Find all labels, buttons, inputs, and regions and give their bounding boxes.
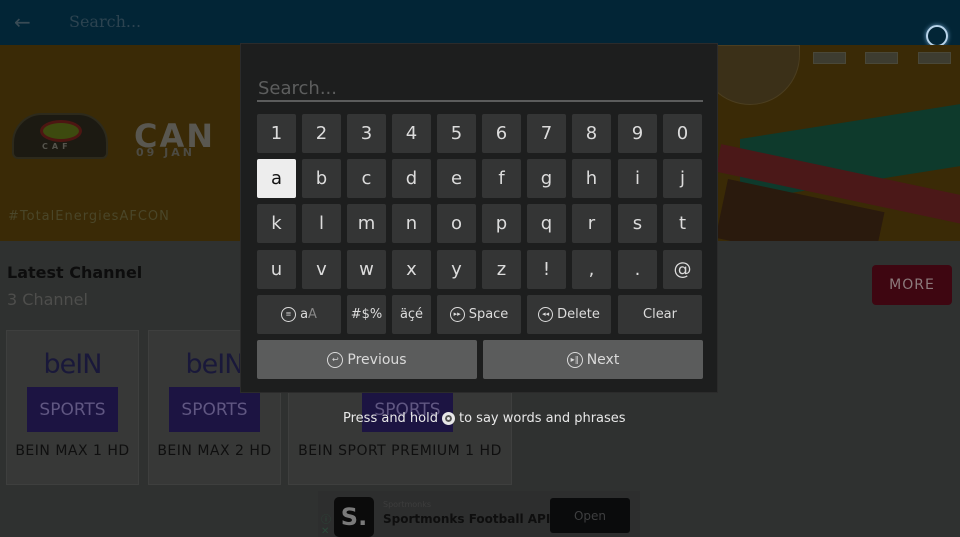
key-0[interactable]: 0 [663, 114, 702, 153]
key-7[interactable]: 7 [527, 114, 566, 153]
sponsor-badge-icon [813, 52, 846, 64]
key-t[interactable]: t [663, 204, 702, 243]
africa-globe-icon [40, 120, 82, 142]
key-m[interactable]: m [347, 204, 386, 243]
key-b[interactable]: b [302, 159, 341, 198]
accents-key[interactable]: äçé [392, 295, 431, 334]
voice-hint: Press and hold to say words and phrases [343, 411, 626, 426]
key-r[interactable]: r [572, 204, 611, 243]
more-button[interactable]: MORE [872, 265, 952, 305]
key-x[interactable]: x [392, 250, 431, 289]
previous-label: Previous [347, 351, 407, 368]
key-symbol[interactable]: , [572, 250, 611, 289]
key-9[interactable]: 9 [618, 114, 657, 153]
previous-button[interactable]: ↩ Previous [257, 340, 477, 379]
play-pause-icon: ▸‖ [566, 351, 583, 368]
ad-title: Sportmonks Football API [383, 512, 551, 526]
key-c[interactable]: c [347, 159, 386, 198]
key-symbol[interactable]: ! [527, 250, 566, 289]
info-icon[interactable]: ⓘ ✕ [321, 511, 331, 537]
key-w[interactable]: w [347, 250, 386, 289]
key-j[interactable]: j [663, 159, 702, 198]
search-input[interactable] [257, 76, 703, 102]
back-icon: ↩ [327, 351, 344, 368]
rewind-icon: ◂◂ [538, 307, 554, 322]
key-n[interactable]: n [392, 204, 431, 243]
key-o[interactable]: o [437, 204, 476, 243]
clear-key[interactable]: Clear [618, 295, 702, 334]
delete-key[interactable]: ◂◂ Delete [527, 295, 611, 334]
banner-date: 09 JAN [136, 146, 195, 159]
channel-name: BEIN MAX 2 HD [157, 443, 272, 459]
caf-logo: CAF [12, 113, 108, 159]
key-1[interactable]: 1 [257, 114, 296, 153]
menu-icon: ≡ [281, 307, 297, 322]
key-p[interactable]: p [482, 204, 521, 243]
key-5[interactable]: 5 [437, 114, 476, 153]
channel-logo-bottom: SPORTS [169, 387, 260, 432]
symbols-key[interactable]: #$% [347, 295, 386, 334]
voice-hint-before: Press and hold [343, 411, 438, 426]
key-s[interactable]: s [618, 204, 657, 243]
channel-card[interactable]: beIN SPORTS BEIN MAX 1 HD [6, 330, 139, 485]
section-count: 3 Channel [7, 290, 88, 309]
banner-hashtag: #TotalEnergiesAFCON [8, 209, 170, 224]
ad-app-logo: S. [334, 497, 374, 537]
case-toggle-key[interactable]: ≡ aA [257, 295, 341, 334]
key-h[interactable]: h [572, 159, 611, 198]
key-symbol[interactable]: @ [663, 250, 702, 289]
case-upper-label: A [308, 307, 317, 322]
key-i[interactable]: i [618, 159, 657, 198]
space-label: Space [468, 307, 509, 322]
top-search-field[interactable]: Search... [69, 12, 141, 31]
key-v[interactable]: v [302, 250, 341, 289]
key-a[interactable]: a [257, 159, 296, 198]
keyboard-dialog: 1234567890abcdefghijklmnopqrstuvwxyz!,.@… [240, 43, 718, 393]
key-4[interactable]: 4 [392, 114, 431, 153]
key-y[interactable]: y [437, 250, 476, 289]
ad-banner[interactable]: ⓘ ✕ S. Sportmonks Sportmonks Football API… [318, 491, 640, 537]
ad-open-button[interactable]: Open [550, 498, 630, 533]
sponsor-badge-icon [865, 52, 898, 64]
key-2[interactable]: 2 [302, 114, 341, 153]
space-key[interactable]: ▸▸ Space [437, 295, 521, 334]
sponsor-badge-icon [918, 52, 951, 64]
channel-logo-bottom: SPORTS [27, 387, 118, 432]
microphone-button-icon [442, 412, 455, 425]
next-button[interactable]: ▸‖ Next [483, 340, 703, 379]
ad-brand: Sportmonks [383, 500, 432, 509]
caf-logo-text: CAF [42, 142, 72, 151]
key-3[interactable]: 3 [347, 114, 386, 153]
case-lower-label: a [300, 307, 309, 322]
screen: ← Search... CAF CAN 09 JAN #TotalEnergie… [0, 0, 960, 537]
voice-hint-after: to say words and phrases [459, 411, 626, 426]
key-e[interactable]: e [437, 159, 476, 198]
top-bar: ← Search... [0, 0, 960, 45]
channel-logo-top: beIN [43, 349, 103, 380]
key-f[interactable]: f [482, 159, 521, 198]
channel-name: BEIN SPORT PREMIUM 1 HD [298, 443, 502, 459]
key-l[interactable]: l [302, 204, 341, 243]
arrow-left-icon[interactable]: ← [14, 11, 36, 33]
delete-label: Delete [557, 307, 600, 322]
key-d[interactable]: d [392, 159, 431, 198]
channel-name: BEIN MAX 1 HD [15, 443, 130, 459]
voice-assistant-ring-icon [926, 25, 948, 47]
next-label: Next [586, 351, 620, 368]
key-u[interactable]: u [257, 250, 296, 289]
key-g[interactable]: g [527, 159, 566, 198]
fast-forward-icon: ▸▸ [449, 307, 465, 322]
key-z[interactable]: z [482, 250, 521, 289]
key-6[interactable]: 6 [482, 114, 521, 153]
key-8[interactable]: 8 [572, 114, 611, 153]
key-q[interactable]: q [527, 204, 566, 243]
key-symbol[interactable]: . [618, 250, 657, 289]
section-title: Latest Channel [7, 263, 143, 282]
key-k[interactable]: k [257, 204, 296, 243]
